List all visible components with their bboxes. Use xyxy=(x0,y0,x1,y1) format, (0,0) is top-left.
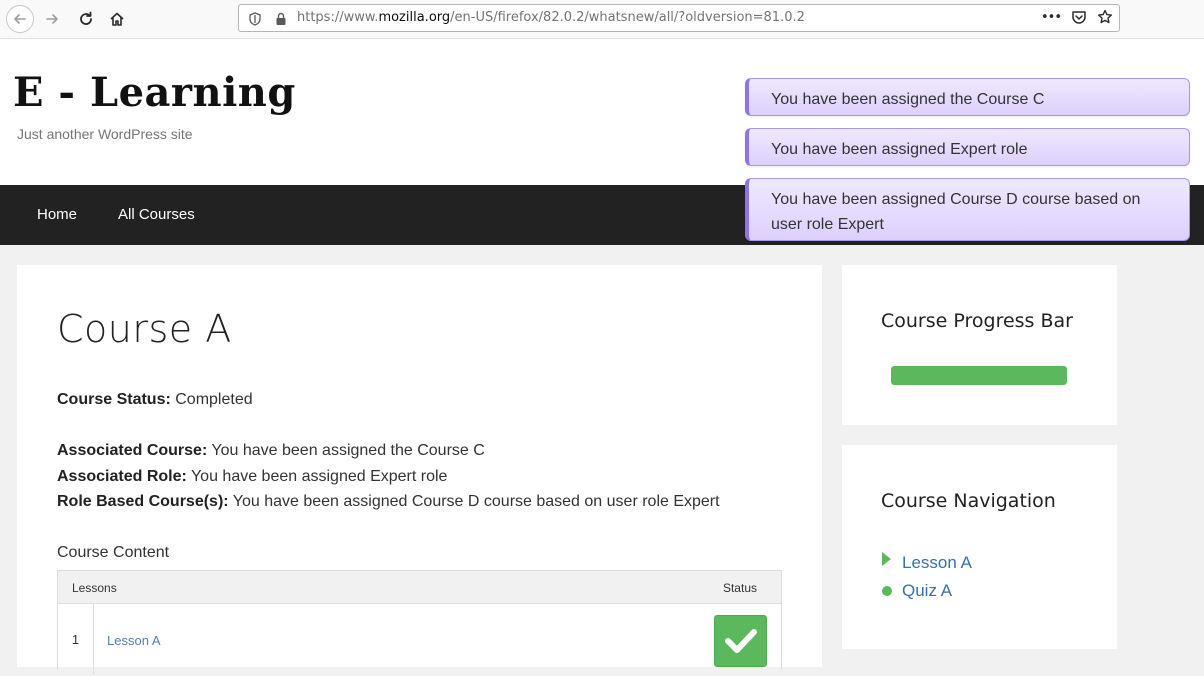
bookmark-star-icon[interactable] xyxy=(1097,9,1113,25)
role-based-courses: Role Based Course(s): You have been assi… xyxy=(57,493,720,511)
bullet-dot-icon xyxy=(882,586,892,596)
associated-course: Associated Course: You have been assigne… xyxy=(57,442,485,460)
widget-title-navigation: Course Navigation xyxy=(881,490,1056,512)
role-based-courses-value: You have been assigned Course D course b… xyxy=(232,493,720,510)
table-header: Lessons Status xyxy=(58,571,781,604)
url-text[interactable]: https://www.mozilla.org/en-US/firefox/82… xyxy=(297,10,805,25)
lock-icon[interactable] xyxy=(275,11,287,30)
notice-role-based-course: You have been assigned Course D course b… xyxy=(745,178,1190,241)
associated-role: Associated Role: You have been assigned … xyxy=(57,468,447,486)
reload-icon xyxy=(80,11,92,25)
url-path: /en-US/firefox/82.0.2/whatsnew/all/?oldv… xyxy=(450,10,805,25)
course-content-card: Course A Course Status: Completed Associ… xyxy=(17,265,822,674)
column-header-status: Status xyxy=(722,581,757,595)
lesson-link[interactable]: Lesson A xyxy=(107,633,161,648)
browser-toolbar: https://www.mozilla.org/en-US/firefox/82… xyxy=(0,0,1204,39)
associated-role-value: You have been assigned Expert role xyxy=(190,468,448,485)
reload-button[interactable] xyxy=(72,5,100,33)
url-prefix: https://www. xyxy=(297,10,379,25)
row-number: 1 xyxy=(58,604,94,674)
caret-right-icon xyxy=(882,552,891,566)
course-progress-widget: Course Progress Bar xyxy=(842,265,1117,425)
notice-assigned-course: You have been assigned the Course C xyxy=(745,78,1190,116)
back-button[interactable] xyxy=(6,5,34,33)
page-actions-button[interactable]: ••• xyxy=(1041,10,1062,25)
checkmark-icon xyxy=(724,629,757,653)
course-status-value: Completed xyxy=(175,391,253,408)
site-tagline: Just another WordPress site xyxy=(17,126,193,142)
address-bar[interactable]: https://www.mozilla.org/en-US/firefox/82… xyxy=(238,4,1120,32)
associated-course-value: You have been assigned the Course C xyxy=(211,442,485,459)
course-nav-lesson-link[interactable]: Lesson A xyxy=(902,553,972,573)
forward-button[interactable] xyxy=(38,5,66,33)
url-host: mozilla.org xyxy=(378,10,451,25)
course-status-label: Course Status: xyxy=(57,391,171,408)
notice-assigned-role: You have been assigned Expert role xyxy=(745,128,1190,166)
role-based-courses-label: Role Based Course(s): xyxy=(57,493,229,510)
nav-item-all-courses[interactable]: All Courses xyxy=(118,206,195,223)
nav-item-home[interactable]: Home xyxy=(37,206,77,223)
associated-role-label: Associated Role: xyxy=(57,468,187,485)
course-nav-quiz-link[interactable]: Quiz A xyxy=(902,581,952,601)
course-nav-item-quiz[interactable]: Quiz A xyxy=(882,581,952,601)
site-title[interactable]: E - Learning xyxy=(13,69,296,116)
course-navigation-widget: Course Navigation Lesson A Quiz A xyxy=(842,445,1117,649)
tracking-shield-icon[interactable] xyxy=(248,11,262,30)
course-progress-bar xyxy=(891,366,1067,385)
course-content-heading: Course Content xyxy=(57,544,170,561)
home-icon xyxy=(110,12,124,26)
lessons-table: Lessons Status 1 Lesson A xyxy=(57,570,782,674)
progress-fill xyxy=(891,366,1067,385)
table-row: 1 Lesson A xyxy=(58,604,781,674)
column-header-lessons: Lessons xyxy=(72,581,117,595)
home-button[interactable] xyxy=(103,5,131,33)
associated-course-label: Associated Course: xyxy=(57,442,208,459)
arrow-right-icon xyxy=(46,14,58,24)
page-title: Course A xyxy=(57,307,232,351)
completed-status-button[interactable] xyxy=(714,615,767,667)
arrow-left-icon xyxy=(14,14,26,24)
course-status: Course Status: Completed xyxy=(57,391,253,409)
pocket-icon[interactable] xyxy=(1071,9,1087,25)
course-nav-item-lesson[interactable]: Lesson A xyxy=(882,552,972,573)
widget-title-progress: Course Progress Bar xyxy=(881,310,1073,332)
